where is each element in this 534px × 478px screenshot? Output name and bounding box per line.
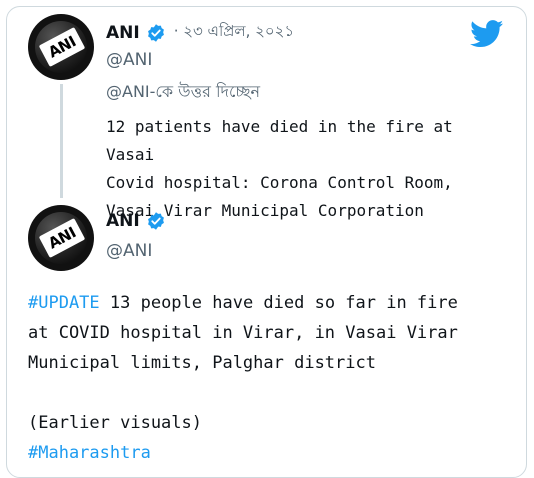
tweet-text-line: 12 patients have died in the fire at Vas… — [106, 117, 453, 164]
tweet-text-line: Vasai Virar Municipal Corporation — [106, 201, 424, 220]
author-row: ANI — [106, 211, 166, 231]
tweet-text: #UPDATE 13 people have died so far in fi… — [28, 288, 508, 468]
author-name[interactable]: ANI — [106, 23, 140, 43]
avatar[interactable]: ANI — [28, 205, 94, 271]
tweet-text-fragment: 13 people have died so far in fire — [99, 293, 458, 313]
author-handle[interactable]: @ANI — [106, 241, 152, 261]
tweet-text-line: #UPDATE 13 people have died so far in fi… — [28, 288, 508, 318]
author-handle[interactable]: @ANI — [106, 50, 152, 70]
avatar[interactable]: ANI — [28, 14, 94, 80]
verified-badge-icon — [147, 212, 164, 230]
tweet-text-line: at COVID hospital in Virar, in Vasai Vir… — [28, 323, 458, 343]
tweet-text-line: Covid hospital: Corona Control Room, — [106, 173, 453, 192]
hashtag-link[interactable]: #Maharashtra — [28, 438, 508, 468]
tweet-text: 12 patients have died in the fire at Vas… — [106, 113, 506, 225]
verified-badge-icon — [147, 23, 164, 42]
tweet-date[interactable]: · ২৩ এপ্রিল, ২০২১ — [174, 20, 294, 45]
thread-line — [60, 84, 63, 198]
author-name[interactable]: ANI — [106, 211, 140, 231]
tweet-text-line: Municipal limits, Palghar district — [28, 353, 376, 373]
author-row: ANI · ২৩ এপ্রিল, ২০২১ — [106, 20, 294, 45]
tweet-text-line: (Earlier visuals) — [28, 413, 202, 433]
replying-to[interactable]: @ANI-কে উত্তর দিচ্ছেন — [106, 79, 260, 106]
hashtag-link[interactable]: #UPDATE — [28, 293, 100, 313]
twitter-bird-icon[interactable] — [470, 20, 504, 48]
